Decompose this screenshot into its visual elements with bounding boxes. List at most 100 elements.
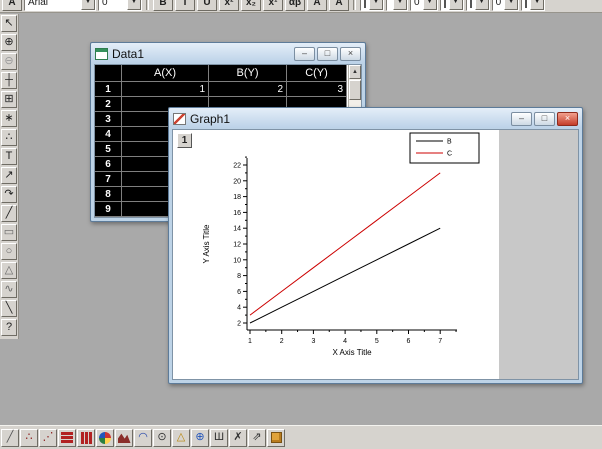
line-style-combo[interactable]: ▼: [386, 0, 408, 11]
zoom-out-tool[interactable]: ⊖: [1, 53, 17, 70]
graph1-titlebar[interactable]: Graph1 – □ ×: [169, 108, 582, 128]
x-axis-title[interactable]: X Axis Title: [332, 348, 372, 357]
graph1-window: Graph1 – □ × 1 2 4 6 8 10 12 14 16 18 20 22 1 2 3 4 5 6 7…: [168, 107, 583, 384]
data1-titlebar[interactable]: Data1 – □ ×: [91, 43, 365, 63]
row-header[interactable]: 4: [95, 127, 122, 142]
scrollbar-thumb[interactable]: [349, 80, 361, 100]
chevron-down-icon[interactable]: ▼: [81, 0, 95, 10]
bar-chart-button[interactable]: [58, 428, 76, 447]
graph-icon: [173, 112, 186, 125]
subscript-button[interactable]: x₂: [241, 0, 261, 11]
worksheet-icon: [95, 47, 108, 60]
font-tool-icon[interactable]: A: [2, 0, 22, 11]
superscript-button[interactable]: x²: [219, 0, 239, 11]
fill-color-combo[interactable]: ▼: [360, 0, 384, 11]
color-swatch: [364, 0, 366, 8]
pattern-combo[interactable]: ▼: [439, 0, 464, 11]
curved-arrow-tool[interactable]: ↷: [1, 186, 17, 203]
layer1-button[interactable]: 1: [177, 133, 192, 148]
waterfall-plot-button[interactable]: Ш: [210, 428, 228, 447]
chevron-down-icon[interactable]: ▼: [369, 0, 383, 10]
sheet-cell[interactable]: 2: [209, 82, 287, 97]
chevron-down-icon[interactable]: ▼: [504, 0, 519, 10]
sheet-cell[interactable]: 3: [287, 82, 347, 97]
underline-button[interactable]: U: [197, 0, 217, 11]
minimize-button[interactable]: –: [294, 46, 315, 61]
x-tick-label: 7: [438, 338, 442, 345]
chevron-down-icon[interactable]: ▼: [422, 0, 437, 10]
region-tool[interactable]: ∿: [1, 281, 17, 298]
font-family-combo[interactable]: Arial ▼: [24, 0, 96, 11]
column-header[interactable]: A(X): [122, 65, 209, 82]
increase-font-button[interactable]: A: [307, 0, 327, 11]
text-tool[interactable]: T: [1, 148, 17, 165]
format-buttons: B I Ux² x₂ x¹ αβ A A: [153, 0, 349, 11]
close-button[interactable]: ×: [557, 111, 578, 126]
supersubscript-button[interactable]: x¹: [263, 0, 283, 11]
chevron-down-icon[interactable]: ▼: [127, 0, 141, 10]
row-header[interactable]: 8: [95, 187, 122, 202]
screen-reader-tool[interactable]: ⊞: [1, 91, 17, 108]
corner-cell[interactable]: [95, 65, 122, 82]
italic-button[interactable]: I: [175, 0, 195, 11]
close-button[interactable]: ×: [340, 46, 361, 61]
line-tool[interactable]: ╱: [1, 205, 17, 222]
row-header[interactable]: 2: [95, 97, 122, 112]
border-color-combo[interactable]: ▼: [521, 0, 546, 11]
area-chart-button[interactable]: [115, 428, 133, 447]
maximize-button[interactable]: □: [534, 111, 555, 126]
data-selector-tool[interactable]: ∗: [1, 110, 17, 127]
line-symbol-plot-button[interactable]: ⋰: [39, 428, 57, 447]
line-plot-button[interactable]: ╱: [1, 428, 19, 447]
row-header[interactable]: 6: [95, 157, 122, 172]
vector-xyxy-plot-button[interactable]: ⇗: [248, 428, 266, 447]
vector-xyam-plot-button[interactable]: ✗: [229, 428, 247, 447]
y-axis-title[interactable]: Y Axis Title: [202, 224, 211, 264]
arrow-tool[interactable]: ↗: [1, 167, 17, 184]
toolbar-separator: [353, 0, 356, 10]
chevron-down-icon[interactable]: ▼: [474, 0, 489, 10]
polygon-tool[interactable]: △: [1, 262, 17, 279]
chevron-down-icon[interactable]: ▼: [530, 0, 545, 10]
column-header[interactable]: B(Y): [209, 65, 287, 82]
row-header[interactable]: 5: [95, 142, 122, 157]
pattern-color-combo[interactable]: ▼: [465, 0, 490, 11]
line-width-combo[interactable]: 0 ▼: [410, 0, 438, 11]
decrease-font-button[interactable]: A: [329, 0, 349, 11]
template-button[interactable]: [267, 428, 285, 447]
series-line-B[interactable]: [249, 227, 441, 324]
pointer-tool[interactable]: ↖: [1, 15, 17, 32]
border-width-combo[interactable]: 0 ▼: [491, 0, 520, 11]
border-color-combo-value: [522, 0, 530, 8]
row-header[interactable]: 3: [95, 112, 122, 127]
sheet-cell[interactable]: 1: [122, 82, 209, 97]
zoom-in-tool[interactable]: ⊕: [1, 34, 17, 51]
legend-box[interactable]: [409, 132, 480, 164]
polar-plot-button[interactable]: ⊙: [153, 428, 171, 447]
chevron-down-icon[interactable]: ▼: [393, 0, 407, 10]
radar-plot-button[interactable]: ⊕: [191, 428, 209, 447]
maximize-button[interactable]: □: [317, 46, 338, 61]
pie-chart-button[interactable]: [96, 428, 114, 447]
fill-area-plot-button[interactable]: ◠: [134, 428, 152, 447]
row-header[interactable]: 9: [95, 202, 122, 217]
freehand-draw-tool[interactable]: ?: [1, 319, 17, 336]
scroll-up-icon[interactable]: ▲: [349, 65, 361, 79]
circle-tool[interactable]: ○: [1, 243, 17, 260]
scatter-plot-button[interactable]: ∴: [20, 428, 38, 447]
font-size-combo[interactable]: 0 ▼: [98, 0, 142, 11]
data-reader-tool[interactable]: ┼: [1, 72, 17, 89]
rectangle-tool[interactable]: ▭: [1, 224, 17, 241]
greek-button[interactable]: αβ: [285, 0, 305, 11]
polyline-tool[interactable]: ╲: [1, 300, 17, 317]
row-header[interactable]: 7: [95, 172, 122, 187]
chevron-down-icon[interactable]: ▼: [448, 0, 463, 10]
ternary-plot-button[interactable]: △: [172, 428, 190, 447]
column-chart-button[interactable]: [77, 428, 95, 447]
column-header[interactable]: C(Y): [287, 65, 347, 82]
minimize-button[interactable]: –: [511, 111, 532, 126]
bold-button[interactable]: B: [153, 0, 173, 11]
selection-on-plot-tool[interactable]: ∴: [1, 129, 17, 146]
series-line-C[interactable]: [249, 172, 441, 316]
row-header[interactable]: 1: [95, 82, 122, 97]
